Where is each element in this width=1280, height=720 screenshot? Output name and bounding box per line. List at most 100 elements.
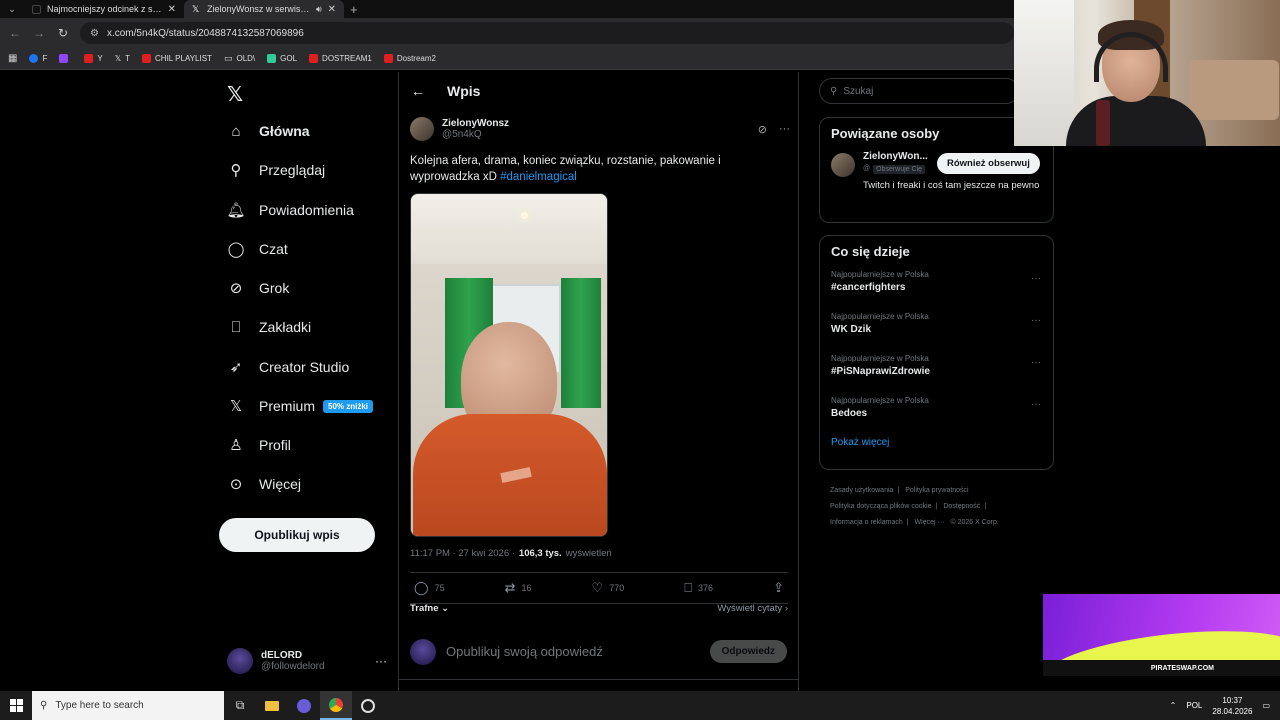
post-time[interactable]: 11:17 PM · 27 kwi 2026 · — [410, 548, 515, 559]
copyright: © 2026 X Corp. — [950, 519, 999, 526]
more-icon[interactable]: ··· — [1031, 399, 1041, 410]
trend-item[interactable]: Najpopularniejsze w Polska Bedoes ··· — [820, 393, 1053, 435]
account-switcher[interactable]: dELORD @followdelord ··· — [227, 648, 387, 674]
app-icon[interactable] — [288, 691, 320, 720]
nav-item-premium[interactable]: 𝕏 Premium 50% zniżki — [227, 397, 374, 415]
back-arrow-icon[interactable]: ← — [411, 83, 425, 99]
trend-item[interactable]: Najpopularniejsze w Polska #PiSNaprawiZd… — [820, 351, 1053, 393]
footer-link[interactable]: Więcej ··· — [915, 519, 945, 526]
apps-icon[interactable]: ▦ — [8, 53, 17, 64]
sort-dropdown[interactable]: Trafne ⌄ — [410, 603, 449, 614]
nav-item-explore[interactable]: ⚲ Przeglądaj — [227, 161, 326, 179]
nav-item-grok[interactable]: ⊘ Grok — [227, 279, 290, 297]
ad-banner: PIRATESWAP.COM — [1043, 594, 1280, 676]
search-input[interactable]: ⚲ Szukaj — [819, 78, 1019, 104]
close-tab-icon[interactable]: ✕ — [168, 4, 176, 15]
show-more-link[interactable]: Pokaż więcej — [820, 435, 1053, 458]
repost-button[interactable]: ⇄ 16 — [505, 580, 532, 596]
bookmark-button[interactable]: ⎕ 376 — [684, 580, 713, 596]
task-view-icon[interactable]: ⧉ — [224, 691, 256, 720]
search-icon: ⚲ — [40, 700, 48, 711]
author-handle[interactable]: @5n4kQ — [442, 129, 509, 140]
more-icon[interactable]: ··· — [1031, 357, 1041, 368]
browser-tab-active[interactable]: 𝕏 ZielonyWonsz w serwisie X 🔊︎ ✕ — [184, 0, 344, 18]
url-field[interactable]: ⚙ x.com/5n4kQ/status/2048874132587069896 — [80, 22, 1014, 44]
taskbar-search-input[interactable]: ⚲ Type here to search — [32, 691, 224, 720]
nav-item-notifications[interactable]: 🔔︎ Powiadomienia — [226, 201, 353, 219]
footer-link[interactable]: Zasady użytkowania — [830, 487, 893, 494]
bookmark-x[interactable]: 𝕏T — [115, 54, 130, 63]
site-settings-icon[interactable]: ⚙ — [90, 28, 99, 39]
nav-item-profile[interactable]: ♙ Profil — [227, 436, 291, 454]
bookmark-facebook[interactable]: F — [29, 54, 47, 63]
post-video[interactable] — [410, 193, 608, 537]
back-icon[interactable]: ← — [8, 26, 22, 40]
facebook-icon — [29, 54, 39, 63]
post-header: ← Wpis — [399, 72, 798, 110]
reply-input[interactable]: Opublikuj swoją odpowiedź — [446, 644, 700, 659]
tab-search-icon[interactable]: ⌄ — [0, 0, 24, 18]
more-icon[interactable]: ··· — [779, 123, 790, 136]
bookmark-youtube[interactable]: Y — [84, 54, 103, 63]
x-logo-icon[interactable]: 𝕏 — [227, 82, 243, 107]
trend-item[interactable]: Najpopularniejsze w Polska #cancerfighte… — [820, 267, 1053, 309]
footer-link[interactable]: Polityka prywatności — [905, 487, 968, 494]
view-quotes-link[interactable]: Wyświetl cytaty › — [717, 603, 788, 614]
nav-item-chat[interactable]: ◯ Czat — [227, 240, 288, 258]
language-indicator[interactable]: POL — [1186, 701, 1202, 710]
more-icon[interactable]: ··· — [1031, 315, 1041, 326]
bookmarks-bar: ▦ F Y 𝕏T CHIL PLAYLIST ▭ OLD\ GOL DOSTREA… — [0, 48, 1014, 70]
like-button[interactable]: ♡ 770 — [592, 580, 625, 596]
reply-composer: Opublikuj swoją odpowiedź Odpowiedz — [399, 624, 798, 680]
share-button[interactable]: ⇪ — [773, 580, 784, 596]
bookmark-twitch[interactable] — [59, 54, 72, 63]
reply-button[interactable]: ◯ 75 — [414, 580, 445, 596]
speaker-icon[interactable]: 🔊︎ — [316, 4, 322, 15]
bookmark-dostream1[interactable]: DOSTREAM1 — [309, 54, 372, 63]
avatar — [227, 648, 253, 674]
file-explorer-icon[interactable] — [256, 691, 288, 720]
footer-link[interactable]: Informacja o reklamach — [830, 519, 903, 526]
nav-item-creator-studio[interactable]: ➶ Creator Studio — [227, 358, 350, 376]
nav-item-home[interactable]: ⌂ Główna — [227, 122, 309, 140]
nav-item-bookmarks[interactable]: ⎕ Zakładki — [227, 318, 311, 336]
bookmark-folder[interactable]: ▭ OLD\ — [224, 53, 255, 64]
author-name[interactable]: ZielonyWonsz — [442, 118, 509, 129]
chrome-icon[interactable] — [320, 691, 352, 720]
bookmark-chil-playlist[interactable]: CHIL PLAYLIST — [142, 54, 212, 63]
hashtag-link[interactable]: #danielmagical — [500, 171, 577, 183]
publish-post-button[interactable]: Opublikuj wpis — [219, 518, 375, 552]
author-avatar[interactable] — [410, 117, 434, 141]
browser-tab[interactable]: Najmocniejszy odcinek z serii e ✕ — [24, 0, 184, 18]
related-name: ZielonyWon... — [863, 151, 928, 162]
follows-you-badge: @ Obserwuje Cię — [863, 165, 926, 174]
reply-submit-button[interactable]: Odpowiedz — [709, 640, 787, 663]
reload-icon[interactable]: ↻ — [56, 26, 70, 40]
more-icon[interactable]: ··· — [1031, 273, 1041, 284]
x-icon: 𝕏 — [229, 398, 243, 415]
windows-start-icon[interactable] — [0, 691, 32, 720]
footer-link[interactable]: Polityka dotycząca plików cookie — [830, 503, 932, 510]
bookmark-gol[interactable]: GOL — [267, 54, 297, 63]
notifications-icon[interactable]: ▭ — [1262, 701, 1270, 710]
nav-item-more[interactable]: ⊙ Więcej — [227, 475, 301, 493]
youtube-icon — [84, 54, 94, 63]
close-tab-icon[interactable]: ✕ — [328, 4, 336, 15]
bookmark-dostream2[interactable]: Dostream2 — [383, 54, 436, 63]
app-icon[interactable] — [352, 691, 384, 720]
grok-icon[interactable]: ⊘ — [758, 123, 767, 136]
chevron-up-icon[interactable]: ⌃ — [1170, 701, 1177, 710]
more-icon[interactable]: ··· — [375, 654, 387, 668]
new-tab-icon[interactable]: + — [350, 2, 358, 17]
youtube-icon — [142, 54, 152, 63]
folder-icon: ▭ — [223, 53, 233, 63]
footer-link[interactable]: Dostępność — [943, 503, 980, 510]
related-person[interactable]: ZielonyWon... @ Obserwuje Cię Twitch i f… — [820, 149, 1053, 213]
trend-item[interactable]: Najpopularniejsze w Polska WK Dzik ··· — [820, 309, 1053, 351]
account-handle: @followdelord — [261, 661, 325, 672]
forward-icon[interactable]: → — [32, 26, 46, 40]
heart-icon: ♡ — [591, 580, 604, 595]
account-name: dELORD — [261, 650, 303, 661]
clock[interactable]: 10:37 28.04.2026 — [1212, 695, 1252, 717]
follow-back-button[interactable]: Również obserwuj — [937, 153, 1040, 174]
